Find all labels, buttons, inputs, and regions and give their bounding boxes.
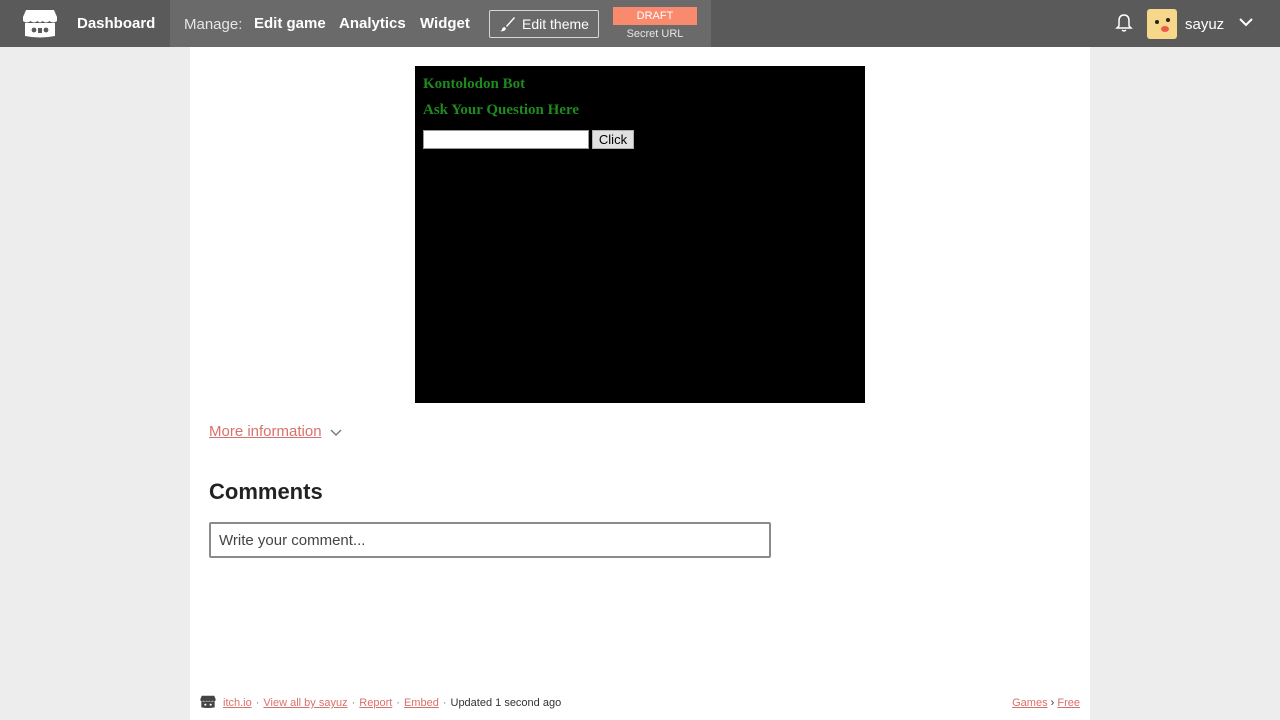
click-button[interactable]: Click	[592, 130, 634, 149]
bot-prompt: Ask Your Question Here	[423, 102, 579, 118]
comments-heading: Comments	[209, 479, 323, 504]
dot-separator: ·	[351, 697, 356, 709]
itchio-link[interactable]: itch.io	[223, 697, 252, 709]
chevron-down-icon[interactable]	[330, 428, 342, 438]
view-all-link[interactable]: View all by sayuz	[263, 697, 347, 709]
more-information-link[interactable]: More information	[209, 423, 322, 440]
widget-link[interactable]: Widget	[420, 15, 470, 32]
embed-link[interactable]: Embed	[404, 697, 439, 709]
footer: itch.io · View all by sayuz · Report · Embed · U…	[200, 694, 1080, 712]
draft-badge: DRAFT	[613, 7, 697, 25]
avatar-eye-right	[1166, 18, 1170, 22]
dot-separator: ·	[442, 697, 447, 709]
itchio-logo-icon[interactable]	[200, 694, 216, 710]
footer-links: itch.io · View all by sayuz · Report · Embed · U…	[223, 697, 561, 709]
analytics-link[interactable]: Analytics	[339, 15, 406, 32]
edit-theme-button[interactable]: Edit theme	[489, 10, 599, 38]
top-bar: Dashboard Manage: Edit game Analytics Wi…	[0, 0, 1280, 47]
paintbrush-icon	[500, 17, 515, 32]
chevron-down-icon[interactable]	[1238, 15, 1254, 29]
report-link[interactable]: Report	[359, 697, 392, 709]
edit-theme-label: Edit theme	[522, 16, 589, 32]
bot-title: Kontolodon Bot	[423, 76, 526, 92]
avatar-eye-left	[1155, 20, 1159, 24]
footer-breadcrumb: Games › Free	[1012, 697, 1080, 709]
updated-text: Updated 1 second ago	[450, 697, 562, 709]
dot-separator: ·	[255, 697, 260, 709]
secret-url-link[interactable]: Secret URL	[613, 28, 697, 40]
breadcrumb-separator: ›	[1050, 697, 1055, 709]
username[interactable]: sayuz	[1185, 16, 1224, 33]
manage-label: Manage:	[184, 16, 243, 33]
bell-icon[interactable]	[1115, 13, 1133, 33]
itchio-logo-icon[interactable]	[22, 8, 58, 40]
dashboard-link[interactable]: Dashboard	[77, 15, 155, 32]
games-link[interactable]: Games	[1012, 697, 1047, 709]
avatar-mouth	[1161, 26, 1169, 32]
avatar[interactable]	[1147, 9, 1177, 39]
dot-separator: ·	[396, 697, 400, 709]
question-input[interactable]	[423, 130, 589, 149]
edit-game-link[interactable]: Edit game	[254, 15, 326, 32]
comment-input[interactable]: Write your comment...	[209, 522, 771, 558]
free-link[interactable]: Free	[1057, 697, 1080, 709]
